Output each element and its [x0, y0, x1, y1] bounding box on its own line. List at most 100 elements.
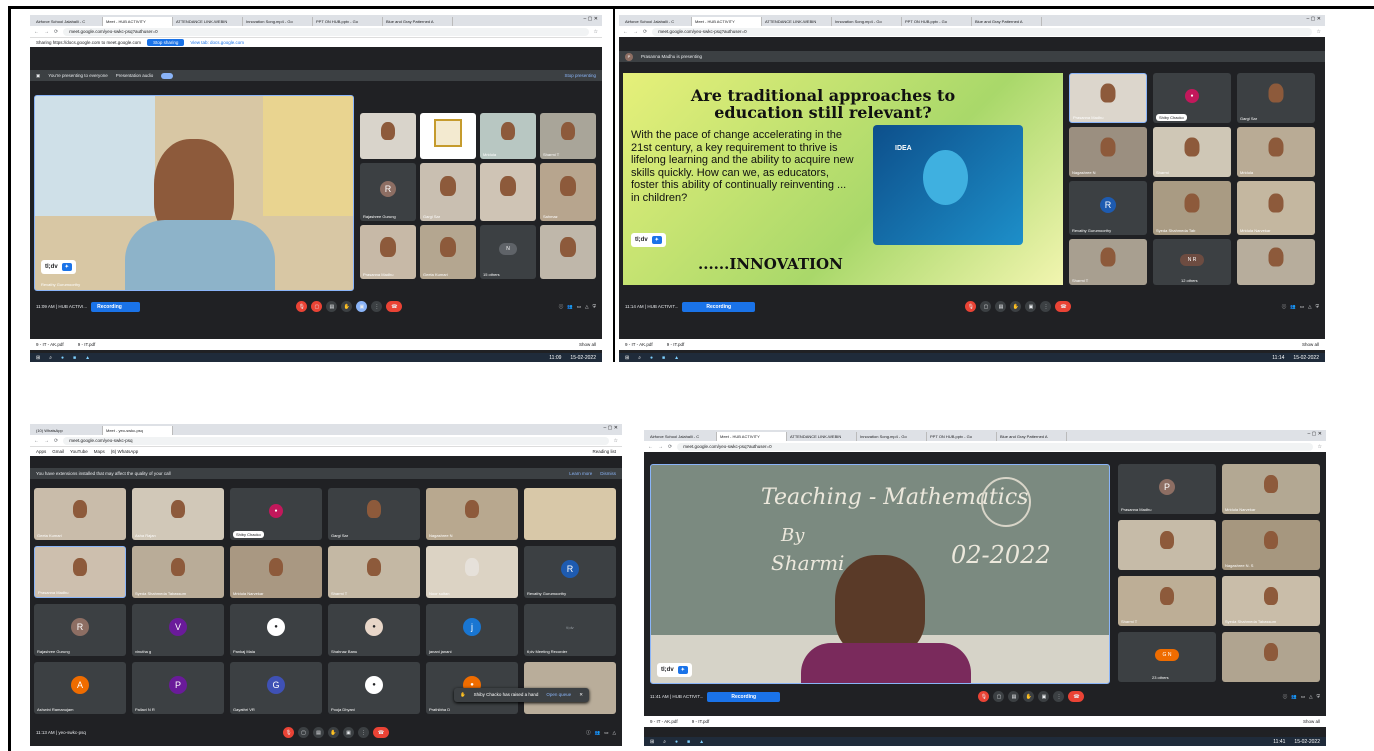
people-icon[interactable]: 👥	[595, 730, 601, 736]
more-options-icon[interactable]: ⋮	[1053, 691, 1065, 702]
more-options-icon[interactable]: ⋮	[358, 727, 370, 738]
download-item[interactable]: 9 - IT.pdf	[667, 342, 685, 347]
window-controls[interactable]: – ▢ ✕	[1307, 16, 1321, 22]
info-icon[interactable]: ⓘ	[559, 304, 564, 310]
taskbar-app-icon[interactable]: ●	[61, 355, 64, 361]
present-icon[interactable]: ▣	[343, 727, 355, 738]
tldv-badge[interactable]: tl;dv ✦	[631, 233, 666, 247]
back-icon[interactable]: ←	[34, 438, 39, 444]
raise-hand-icon[interactable]: ✋	[1010, 301, 1022, 312]
download-item[interactable]: 9 - IT - AK.pdf	[625, 342, 653, 347]
people-icon[interactable]: 👥	[567, 304, 573, 310]
search-icon[interactable]: ⌕	[663, 739, 666, 745]
end-call-button[interactable]: ☎	[386, 301, 403, 312]
chat-icon[interactable]: ▭	[577, 304, 581, 310]
chat-icon[interactable]: ▭	[1300, 304, 1304, 310]
stop-sharing-button[interactable]: Stop sharing	[147, 39, 185, 46]
close-icon[interactable]: ✕	[579, 692, 583, 698]
star-icon[interactable]: ☆	[614, 438, 618, 444]
forward-icon[interactable]: →	[633, 29, 638, 35]
people-icon[interactable]: 👥	[1291, 694, 1297, 700]
show-all-button[interactable]: Show all	[1303, 719, 1320, 724]
chat-icon[interactable]: ▭	[604, 730, 608, 736]
camera-icon[interactable]: ▢	[980, 301, 992, 312]
mic-off-icon[interactable]: 🎙	[965, 301, 977, 312]
chat-icon[interactable]: ▭	[1301, 694, 1305, 700]
more-options-icon[interactable]: ⋮	[1040, 301, 1052, 312]
activities-icon[interactable]: △	[613, 730, 616, 736]
tab[interactable]: Airforce School Jalahalli - C	[33, 17, 103, 26]
end-call-button[interactable]: ☎	[1068, 691, 1085, 702]
reading-list[interactable]: Reading list	[592, 449, 616, 454]
back-icon[interactable]: ←	[623, 29, 628, 35]
open-queue-button[interactable]: Open queue	[546, 692, 571, 698]
window-controls[interactable]: – ▢ ✕	[584, 16, 598, 22]
back-icon[interactable]: ←	[648, 444, 653, 450]
tab-meet[interactable]: Meet - HUB ACTIVITY	[692, 17, 762, 26]
url-field[interactable]: meet.google.com/yeo-swkc-psq?authuser=0	[652, 27, 1312, 36]
window-controls[interactable]: – ▢ ✕	[604, 425, 618, 431]
show-all-button[interactable]: Show all	[579, 342, 596, 347]
tab[interactable]: ATTENDANCE LINK-WEBIN	[787, 432, 857, 441]
host-controls-icon[interactable]: ⛨	[1317, 694, 1320, 699]
tab[interactable]: PPT ON HUB.pptx - Go	[927, 432, 997, 441]
bookmark[interactable]: Gmail	[52, 449, 64, 454]
end-call-button[interactable]: ☎	[373, 727, 390, 738]
activities-icon[interactable]: △	[1308, 304, 1311, 310]
window-controls[interactable]: – ▢ ✕	[1308, 431, 1322, 437]
tab[interactable]: Airforce School Jalahalli - C	[622, 17, 692, 26]
url-field[interactable]: meet.google.com/yeo-swkc-psq	[63, 436, 609, 445]
recording-indicator[interactable]: Recording	[91, 301, 140, 312]
tab[interactable]: Blue and Gray Patterned A	[972, 17, 1042, 26]
raise-hand-icon[interactable]: ✋	[1023, 691, 1035, 702]
taskbar-app-icon[interactable]: ▲	[674, 355, 679, 361]
mic-off-icon[interactable]: 🎙	[283, 727, 295, 738]
reload-icon[interactable]: ⟳	[643, 29, 647, 35]
stop-presenting-button[interactable]: Stop presenting	[564, 73, 596, 78]
tab[interactable]: ATTENDANCE LINK-WEBIN	[173, 17, 243, 26]
star-icon[interactable]: ☆	[1317, 29, 1321, 35]
taskbar-app-icon[interactable]: ■	[687, 739, 690, 745]
tab[interactable]: ATTENDANCE LINK-WEBIN	[762, 17, 832, 26]
host-controls-icon[interactable]: ⛨	[1316, 304, 1319, 309]
taskbar-app-icon[interactable]: ●	[650, 355, 653, 361]
search-icon[interactable]: ⌕	[638, 355, 641, 361]
tab[interactable]: Blue and Gray Patterned A	[383, 17, 453, 26]
captions-icon[interactable]: ▤	[326, 301, 338, 312]
back-icon[interactable]: ←	[34, 29, 39, 35]
download-item[interactable]: 9 - IT.pdf	[692, 719, 710, 724]
info-icon[interactable]: ⓘ	[1282, 304, 1287, 310]
start-icon[interactable]: ⊞	[650, 739, 654, 745]
taskbar-app-icon[interactable]: ■	[73, 355, 76, 361]
camera-off-icon[interactable]: ▢	[311, 301, 323, 312]
raise-hand-icon[interactable]: ✋	[341, 301, 353, 312]
reload-icon[interactable]: ⟳	[54, 438, 58, 444]
forward-icon[interactable]: →	[44, 438, 49, 444]
present-icon[interactable]: ▣	[1025, 301, 1037, 312]
bookmark[interactable]: YouTube	[70, 449, 88, 454]
raise-hand-icon[interactable]: ✋	[328, 727, 340, 738]
mic-off-icon[interactable]: 🎙	[296, 301, 308, 312]
tldv-badge[interactable]: tl;dv ✦	[657, 663, 692, 677]
download-item[interactable]: 9 - IT - AK.pdf	[36, 342, 64, 347]
start-icon[interactable]: ⊞	[625, 355, 629, 361]
reload-icon[interactable]: ⟳	[54, 29, 58, 35]
taskbar-app-icon[interactable]: ●	[675, 739, 678, 745]
people-icon[interactable]: 👥	[1290, 304, 1296, 310]
download-item[interactable]: 9 - IT - AK.pdf	[650, 719, 678, 724]
camera-icon[interactable]: ▢	[298, 727, 310, 738]
recording-indicator[interactable]: Recording	[707, 691, 781, 702]
tldv-badge[interactable]: tl;dv ✦	[41, 260, 76, 274]
tab-meet[interactable]: Meet - HUB ACTIVITY	[103, 17, 173, 26]
learn-more-link[interactable]: Learn more	[569, 471, 592, 476]
recording-indicator[interactable]: Recording	[682, 301, 756, 312]
end-call-button[interactable]: ☎	[1055, 301, 1072, 312]
reload-icon[interactable]: ⟳	[668, 444, 672, 450]
dismiss-button[interactable]: Dismiss	[600, 471, 616, 476]
tab[interactable]: Blue and Gray Patterned A	[997, 432, 1067, 441]
present-icon[interactable]: ▣	[1038, 691, 1050, 702]
captions-icon[interactable]: ▤	[1008, 691, 1020, 702]
activities-icon[interactable]: △	[1309, 694, 1312, 700]
tab[interactable]: PPT ON HUB.pptx - Go	[313, 17, 383, 26]
mic-off-icon[interactable]: 🎙	[978, 691, 990, 702]
